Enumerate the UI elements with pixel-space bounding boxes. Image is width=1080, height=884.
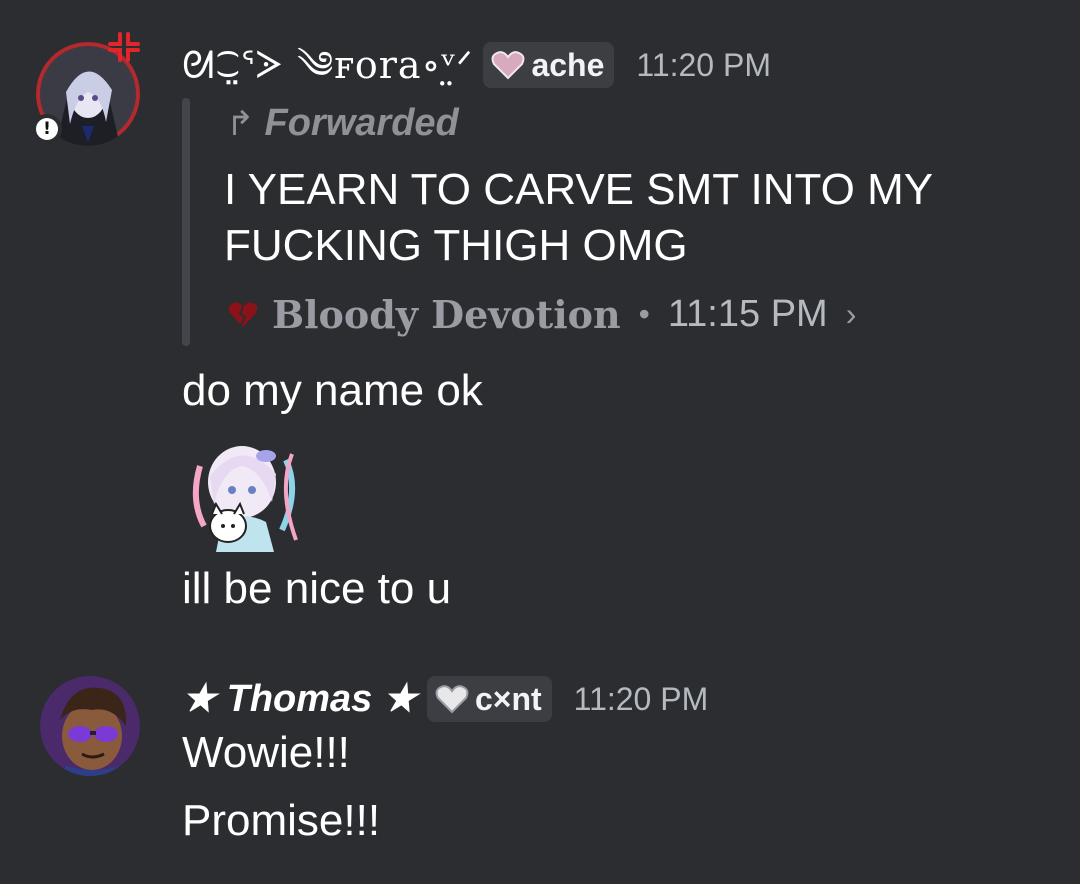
source-separator: • (638, 296, 650, 332)
timestamp[interactable]: 11:20 PM (636, 47, 771, 84)
message-header: ᘛ⁐̤ᕐᐷ ༄ꜰora∘ᵛ̤ᐟ ache 11:20 PM (182, 42, 771, 88)
source-channel-name: Bloody Devotion (272, 292, 621, 337)
role-tag-label: ache (531, 46, 605, 83)
avatar[interactable] (40, 676, 140, 776)
anime-girl-with-cat-sticker[interactable] (182, 430, 304, 552)
forward-arrow-icon: ↱ (226, 104, 255, 143)
role-tag[interactable]: c×nt (426, 676, 552, 722)
message-text: ill be nice to u (182, 564, 452, 613)
chat-log: ! ᘛ⁐̤ᕐᐷ ༄ꜰora∘ᵛ̤ᐟ ache 11:20 PM ↱ Forwar… (0, 0, 1080, 884)
forwarded-source[interactable]: Bloody Devotion • 11:15 PM › (228, 292, 856, 337)
red-anger-mark-icon (106, 32, 142, 62)
status-badge: ! (32, 114, 62, 144)
message-text: do my name ok (182, 366, 483, 415)
forwarded-text: I YEARN TO CARVE SMT INTO MY FUCKING THI… (224, 165, 933, 270)
source-timestamp: 11:15 PM (667, 293, 828, 335)
broken-heart-icon (228, 302, 258, 327)
exclamation-icon: ! (36, 118, 58, 140)
message-text: Promise!!! (182, 796, 381, 845)
timestamp[interactable]: 11:20 PM (574, 681, 709, 718)
forward-bar (182, 98, 190, 346)
chevron-right-icon: › (845, 296, 857, 332)
username[interactable]: ᘛ⁐̤ᕐᐷ ༄ꜰora∘ᵛ̤ᐟ (182, 42, 473, 88)
role-tag-label: c×nt (474, 680, 542, 717)
forwarded-label-row: ↱ Forwarded (226, 102, 459, 145)
username[interactable]: ★ Thomas ★ (182, 676, 417, 722)
heart-icon (492, 51, 525, 80)
role-tag[interactable]: ache (483, 42, 615, 88)
heart-icon (435, 685, 469, 714)
forwarded-label: Forwarded (264, 102, 459, 144)
forwarded-message[interactable]: ↱ Forwarded I YEARN TO CARVE SMT INTO MY… (182, 98, 1022, 346)
message-header: ★ Thomas ★ c×nt 11:20 PM (182, 676, 708, 722)
message-text: Wowie!!! (182, 728, 350, 777)
